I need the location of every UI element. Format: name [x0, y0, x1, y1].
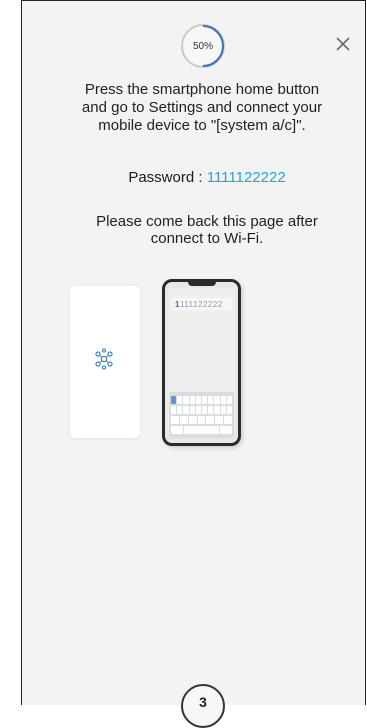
phone-keyboard: [169, 392, 234, 438]
progress-label: 50%: [192, 40, 213, 52]
keyboard-row: [171, 426, 232, 434]
instruction-line: mobile device to "[system a/c]".: [98, 117, 306, 134]
keyboard-key: [202, 406, 208, 414]
keyboard-key: [188, 416, 197, 424]
keyboard-row: [171, 406, 233, 414]
keyboard-key: [220, 396, 226, 404]
keyboard-key: [171, 396, 177, 404]
keyboard-key: [226, 396, 233, 404]
next-step-indicator[interactable]: 3: [181, 684, 225, 728]
next-step-label: 3: [199, 694, 207, 710]
password-value: 1111122222: [206, 169, 286, 186]
comeback-text: Please come back this page after connect…: [62, 213, 352, 247]
keyboard-key: [183, 406, 189, 414]
keyboard-key: [189, 396, 195, 404]
keyboard-key: [195, 396, 202, 404]
phone-notch: [188, 281, 216, 286]
wifi-network-icon: [95, 348, 113, 370]
keyboard-key: [206, 416, 215, 424]
keyboard-key: [215, 416, 224, 424]
keyboard-key: [214, 406, 220, 414]
keyboard-key: [197, 416, 206, 424]
keyboard-key: [179, 416, 188, 424]
comeback-line: Please come back this page after: [96, 213, 318, 230]
wifi-card-illustration: [70, 286, 140, 438]
keyboard-key: [171, 416, 179, 424]
keyboard-key: [171, 406, 177, 414]
close-icon: [336, 37, 350, 51]
keyboard-key: [202, 396, 208, 404]
instruction-line: and go to Settings and connect your: [81, 99, 323, 116]
phone-illustration: 1 111122222: [162, 279, 241, 446]
keyboard-key: [177, 406, 183, 414]
progress-indicator: 50%: [181, 24, 225, 68]
keyboard-key: [189, 406, 195, 414]
instruction-text: Press the smartphone home button and go …: [52, 81, 352, 135]
keyboard-row: [171, 396, 233, 404]
keyboard-key: [226, 406, 233, 414]
phone-password-field: 1 111122222: [171, 298, 232, 310]
keyboard-row: [171, 416, 233, 424]
close-button[interactable]: [331, 32, 355, 56]
dialog-frame: 50% Press the smartphone home button and…: [21, 0, 366, 728]
keyboard-key: [208, 406, 214, 414]
comeback-line: connect to Wi-Fi.: [150, 230, 264, 247]
keyboard-space-key: [183, 426, 220, 434]
keyboard-key: [171, 426, 183, 434]
password-row: Password : 1111122222: [62, 169, 352, 186]
instruction-line: Press the smartphone home button: [84, 81, 320, 98]
keyboard-key: [220, 406, 226, 414]
phone-screen: 1 111122222: [168, 288, 235, 438]
keyboard-key: [183, 396, 189, 404]
keyboard-key: [177, 396, 183, 404]
keyboard-key: [208, 396, 214, 404]
keyboard-key: [220, 426, 232, 434]
password-label: Password :: [128, 169, 207, 186]
keyboard-key: [214, 396, 220, 404]
keyboard-key: [195, 406, 202, 414]
keyboard-key: [224, 416, 233, 424]
phone-field-text: 111122222: [179, 299, 223, 309]
